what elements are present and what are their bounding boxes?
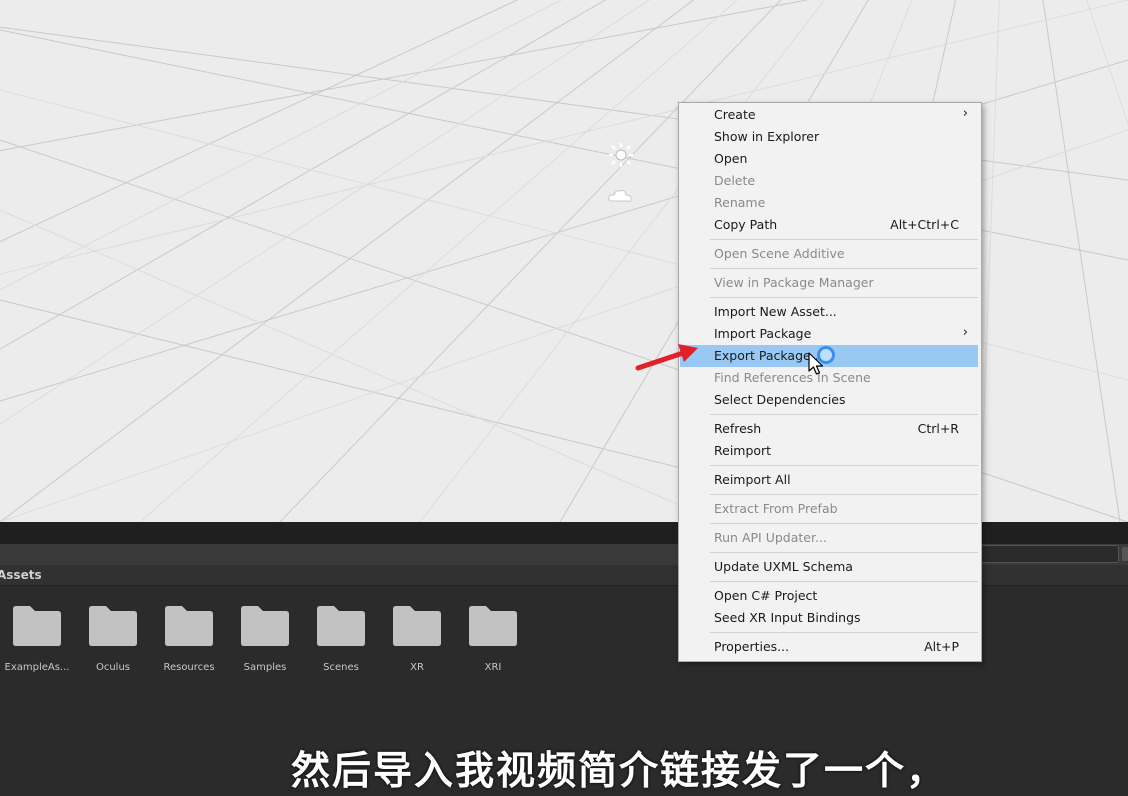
menu-item-label: Delete <box>714 173 756 188</box>
menu-item-label: Show in Explorer <box>714 129 820 144</box>
folder-item[interactable]: Scenes <box>304 606 378 686</box>
menu-item-seed-xr-input-bindings[interactable]: Seed XR Input Bindings <box>680 607 978 629</box>
folder-item[interactable]: Resources <box>152 606 226 686</box>
search-input[interactable] <box>975 545 1119 563</box>
folder-label: XR <box>410 662 424 673</box>
menu-item-label: Select Dependencies <box>714 392 846 407</box>
menu-item-shortcut: Alt+Ctrl+C <box>890 217 959 232</box>
menu-item-import-package[interactable]: Import Package › <box>680 323 978 345</box>
menu-item-shortcut: Alt+P <box>924 639 959 654</box>
menu-separator <box>710 465 978 466</box>
chevron-right-icon: › <box>962 106 968 121</box>
folder-icon <box>89 606 137 646</box>
menu-item-label: Refresh <box>714 421 762 436</box>
toolbar-edge <box>1122 547 1128 561</box>
menu-item-find-references-in-scene[interactable]: Find References In Scene <box>680 367 978 389</box>
menu-item-label: Open C# Project <box>714 588 818 603</box>
menu-separator <box>710 268 978 269</box>
folder-item[interactable]: Oculus <box>76 606 150 686</box>
menu-item-refresh[interactable]: Refresh Ctrl+R <box>680 418 978 440</box>
folder-icon <box>165 606 213 646</box>
menu-item-label: Seed XR Input Bindings <box>714 610 861 625</box>
breadcrumb[interactable]: Assets <box>0 568 42 582</box>
folder-item[interactable]: Samples <box>228 606 302 686</box>
menu-item-create[interactable]: Create › <box>680 104 978 126</box>
folder-icon <box>469 606 517 646</box>
menu-item-label: Copy Path <box>714 217 778 232</box>
folder-label: Oculus <box>95 662 131 673</box>
folder-icon <box>317 606 365 646</box>
menu-item-import-new-asset[interactable]: Import New Asset... <box>680 301 978 323</box>
menu-item-run-api-updater[interactable]: Run API Updater... <box>680 527 978 549</box>
chevron-right-icon: › <box>962 325 968 340</box>
menu-item-label: Properties... <box>714 639 790 654</box>
menu-item-extract-from-prefab[interactable]: Extract From Prefab <box>680 498 978 520</box>
menu-item-label: Create <box>714 107 756 122</box>
menu-item-label: Find References In Scene <box>714 370 871 385</box>
folder-label: Scenes <box>323 662 359 673</box>
menu-item-open-scene-additive[interactable]: Open Scene Additive <box>680 243 978 265</box>
menu-item-label: Run API Updater... <box>714 530 827 545</box>
menu-separator <box>710 581 978 582</box>
menu-item-reimport[interactable]: Reimport <box>680 440 978 462</box>
menu-item-label: Reimport All <box>714 472 791 487</box>
menu-item-label: Update UXML Schema <box>714 559 853 574</box>
menu-item-label: Extract From Prefab <box>714 501 838 516</box>
folder-label: Samples <box>243 662 287 673</box>
menu-item-label: Open Scene Additive <box>714 246 845 261</box>
mouse-cursor-icon <box>808 352 824 375</box>
menu-item-shortcut: Ctrl+R <box>917 421 959 436</box>
folder-icon <box>393 606 441 646</box>
menu-item-properties[interactable]: Properties... Alt+P <box>680 636 978 658</box>
menu-item-delete[interactable]: Delete <box>680 170 978 192</box>
cloud-icon[interactable] <box>607 186 635 206</box>
menu-item-open[interactable]: Open <box>680 148 978 170</box>
menu-separator <box>710 494 978 495</box>
red-arrow-annotation-icon <box>635 344 698 371</box>
menu-item-rename[interactable]: Rename <box>680 192 978 214</box>
menu-item-label: Import Package <box>714 326 812 341</box>
folder-label: XRI <box>484 662 502 673</box>
menu-item-select-dependencies[interactable]: Select Dependencies <box>680 389 978 411</box>
menu-item-label: Open <box>714 151 748 166</box>
menu-item-view-in-package-manager[interactable]: View in Package Manager <box>680 272 978 294</box>
folder-label: Resources <box>163 662 215 673</box>
menu-separator <box>710 523 978 524</box>
menu-item-update-uxml-schema[interactable]: Update UXML Schema <box>680 556 978 578</box>
menu-separator <box>710 239 978 240</box>
menu-item-copy-path[interactable]: Copy Path Alt+Ctrl+C <box>680 214 978 236</box>
menu-item-label: View in Package Manager <box>714 275 874 290</box>
folder-item[interactable]: ExampleAs... <box>0 606 74 686</box>
menu-separator <box>710 297 978 298</box>
menu-separator <box>710 414 978 415</box>
folder-icon <box>241 606 289 646</box>
video-subtitle: 然后导入我视频简介链接发了一个， <box>290 749 947 794</box>
menu-item-label: Reimport <box>714 443 772 458</box>
menu-item-open-csharp-project[interactable]: Open C# Project <box>680 585 978 607</box>
menu-item-label: Import New Asset... <box>714 304 837 319</box>
folder-item[interactable]: XRI <box>456 606 530 686</box>
context-menu: Create › Show in Explorer Open Delete Re… <box>678 102 982 662</box>
menu-separator <box>710 632 978 633</box>
menu-item-label: Rename <box>714 195 766 210</box>
sun-icon[interactable] <box>608 142 634 168</box>
folder-label: ExampleAs... <box>4 662 70 673</box>
menu-item-show-in-explorer[interactable]: Show in Explorer <box>680 126 978 148</box>
folder-item[interactable]: XR <box>380 606 454 686</box>
menu-separator <box>710 552 978 553</box>
menu-item-reimport-all[interactable]: Reimport All <box>680 469 978 491</box>
folder-icon <box>13 606 61 646</box>
